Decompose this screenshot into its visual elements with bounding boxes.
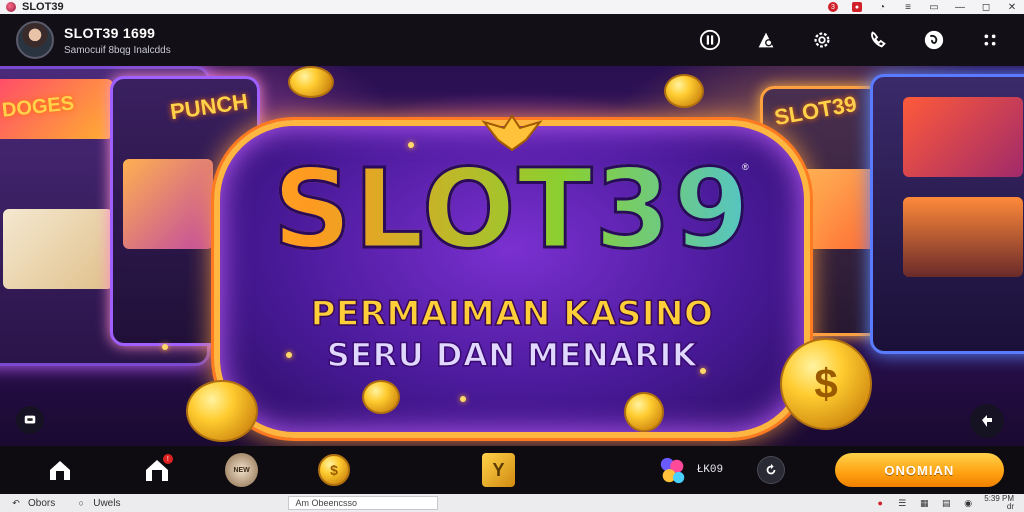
sparkle [460, 396, 466, 402]
trademark-symbol: ® [742, 162, 749, 172]
app-header: SLOT39 1699 Samocuif 8bqg Inalcdds [0, 14, 1024, 66]
coin-icon: $ [780, 338, 872, 430]
chart-icon[interactable] [754, 28, 778, 52]
record-icon[interactable]: ● [874, 497, 886, 509]
play-now-button[interactable]: ONOMIAN [834, 453, 1004, 487]
titlebar-controls: 3 ● ◔ ≡ ▭ — ◻ ✕ [828, 2, 1018, 13]
brand-logo: SLOT39 [0, 153, 1024, 266]
back-arrow-icon: ↶ [12, 497, 20, 508]
tagline-secondary: SERU DAN MENARIK [326, 335, 698, 375]
avatar[interactable] [16, 21, 54, 59]
refresh-button[interactable] [757, 456, 785, 484]
nav-home[interactable] [42, 452, 77, 488]
chips-stack-icon [660, 457, 685, 484]
bottom-nav: ! NEW $ Y ŁK09 ONOMIAN [0, 446, 1024, 494]
nav-new-games[interactable]: NEW [224, 453, 259, 487]
nav-coins[interactable]: $ [316, 452, 351, 488]
sparkle [162, 344, 168, 350]
apps-icon[interactable]: ▤ [940, 497, 952, 509]
sparkle [408, 142, 414, 148]
coin-icon [186, 380, 258, 442]
search-icon: ○ [78, 498, 84, 508]
record-icon[interactable]: ● [852, 2, 862, 12]
sparkle [700, 368, 706, 374]
os-taskbar: ↶ Obors ○ Uwels Am Obeencsso ● ☰ ▦ ▤ ◉ 5… [0, 494, 1024, 512]
chat-button[interactable] [16, 406, 44, 434]
taskbar-back-label: Obors [28, 497, 56, 509]
window-icon[interactable]: ▭ [928, 2, 940, 13]
nav-rewards[interactable]: ! [139, 452, 174, 488]
coin-icon [362, 380, 400, 414]
chat-icon [24, 415, 36, 424]
coin-icon [624, 392, 664, 432]
tagline-primary: PERMAIMAN KASINO [310, 293, 714, 335]
taskbar-search-label: Uwels [93, 497, 121, 509]
wifi-icon[interactable]: ◉ [962, 497, 974, 509]
coin-icon [664, 74, 704, 108]
taskbar-search[interactable]: ○ Uwels [75, 497, 121, 509]
settings-icon[interactable] [810, 28, 834, 52]
taskbar-back[interactable]: ↶ Obors [10, 497, 55, 509]
maximize-button[interactable]: ◻ [980, 2, 992, 13]
window-titlebar: SLOT39 3 ● ◔ ≡ ▭ — ◻ ✕ [0, 0, 1024, 14]
home-icon [49, 461, 70, 480]
minimize-button[interactable]: — [954, 2, 966, 13]
profile-subtitle: Samocuif 8bqg Inalcdds [64, 44, 171, 56]
support-icon[interactable] [866, 28, 890, 52]
coin-icon: $ [318, 454, 351, 486]
taskbar-clock: 5:39 PM dr [984, 495, 1014, 511]
profile-name: SLOT39 1699 [64, 24, 156, 41]
refresh-icon [766, 463, 776, 475]
list-icon[interactable]: ☰ [896, 497, 908, 509]
header-toolbar [698, 28, 1008, 52]
rewards-badge: ! [162, 454, 173, 464]
pin-share-icon [982, 415, 992, 427]
hero-banner[interactable]: DOGES PUNCH SLOT39 SLOT39 ® PERMAIMAN KA… [0, 66, 1024, 446]
grid-icon[interactable]: ▦ [918, 497, 930, 509]
taskbar-tray: ● ☰ ▦ ▤ ◉ 5:39 PM dr [874, 495, 1014, 511]
pause-icon[interactable] [698, 28, 722, 52]
sparkle [286, 352, 292, 358]
clock-date: dr [1006, 502, 1014, 511]
close-button[interactable]: ✕ [1006, 2, 1018, 13]
coin-icon [288, 66, 334, 98]
globe-icon[interactable] [922, 28, 946, 52]
wallet-button[interactable] [655, 452, 690, 488]
window-title: SLOT39 [22, 1, 64, 13]
app-logo-icon [6, 2, 16, 12]
address-field[interactable]: Am Obeencsso [288, 496, 439, 510]
pin-icon[interactable]: ◔ [876, 2, 888, 13]
profile-info: SLOT39 1699 Samocuif 8bqg Inalcdds [64, 25, 171, 56]
app-window: SLOT39 3 ● ◔ ≡ ▭ — ◻ ✕ SLOT39 1699 Samoc… [0, 0, 1024, 512]
more-icon[interactable] [978, 28, 1002, 52]
wallet-balance: ŁK09 [696, 464, 724, 476]
notification-badge[interactable]: 3 [828, 2, 838, 12]
share-button[interactable] [970, 404, 1004, 438]
menu-icon[interactable]: ≡ [902, 2, 914, 13]
nav-bonus[interactable]: Y [481, 453, 516, 487]
